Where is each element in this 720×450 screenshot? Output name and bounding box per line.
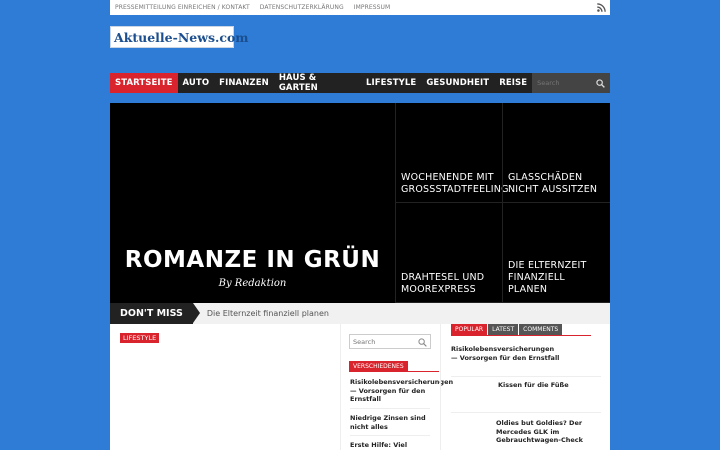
sidebar-search-input[interactable] bbox=[353, 337, 413, 346]
nav-item-haus-garten[interactable]: HAUS & GARTEN bbox=[274, 73, 361, 93]
tile-title[interactable]: DIE ELTERNZEIT FINANZIELL PLANEN bbox=[508, 260, 604, 296]
popular-article[interactable]: Risikolebensversicherungen — Vorsorgen f… bbox=[451, 345, 561, 362]
tab-comments[interactable]: COMMENTS bbox=[519, 324, 563, 335]
sidebar-search-box bbox=[349, 334, 431, 349]
featured-hero[interactable]: ROMANZE IN GRÜN By Redaktion bbox=[110, 103, 395, 303]
tile-title[interactable]: WOCHENENDE MIT GROSSSTADTFEELING bbox=[401, 172, 509, 196]
logo-text-part2: News.com bbox=[177, 29, 249, 45]
tile-title[interactable]: DRAHTESEL UND MOOREXPRESS bbox=[401, 272, 496, 296]
nav-item-finanzen[interactable]: FINANZEN bbox=[214, 73, 274, 93]
dont-miss-headline[interactable]: Die Elternzeit finanziell planen bbox=[207, 309, 329, 318]
tab-popular[interactable]: POPULAR bbox=[451, 324, 488, 335]
featured-tile-1[interactable]: WOCHENENDE MIT GROSSSTADTFEELING bbox=[395, 103, 508, 203]
main-navigation: STARTSEITE AUTO FINANZEN HAUS & GARTEN L… bbox=[110, 73, 610, 93]
topbar-link-imprint[interactable]: Impressum bbox=[354, 4, 391, 11]
popular-article[interactable]: Oldies but Goldies? Der Mercedes GLK im … bbox=[496, 419, 601, 445]
nav-item-startseite[interactable]: STARTSEITE bbox=[110, 73, 178, 93]
hero-byline: By Redaktion bbox=[218, 278, 287, 289]
tabs-divider bbox=[451, 335, 591, 336]
topbar-link-contact[interactable]: Pressemitteilung einreichen / Kontakt bbox=[115, 4, 250, 11]
nav-item-reise[interactable]: REISE bbox=[494, 73, 532, 93]
hero-title[interactable]: ROMANZE IN GRÜN bbox=[125, 245, 380, 275]
sidebar-tabs: POPULAR LATEST COMMENTS bbox=[451, 324, 563, 335]
top-bar: Pressemitteilung einreichen / Kontakt Da… bbox=[110, 0, 610, 15]
logo-text-part1: Aktuelle- bbox=[114, 29, 178, 45]
middle-sidebar: VERSCHIEDENES Risikolebensversicherungen… bbox=[340, 324, 453, 450]
divider bbox=[451, 376, 601, 377]
content-area: LIFESTYLE VERSCHIEDENES Risikolebensvers… bbox=[110, 324, 610, 450]
popular-article[interactable]: Kissen für die Füße bbox=[498, 381, 598, 390]
featured-tile-2[interactable]: GLASSCHÄDEN NICHT AUSSITZEN bbox=[502, 103, 610, 203]
site-logo[interactable]: Aktuelle- News.com bbox=[110, 26, 249, 48]
search-icon[interactable] bbox=[596, 78, 605, 88]
nav-search-box bbox=[532, 73, 610, 93]
divider bbox=[350, 435, 430, 436]
nav-item-lifestyle[interactable]: LIFESTYLE bbox=[361, 73, 421, 93]
topbar-link-privacy[interactable]: Datenschutzerklärung bbox=[260, 4, 344, 11]
sidebar-article[interactable]: Niedrige Zinsen sind nicht alles bbox=[350, 414, 440, 431]
featured-tile-3[interactable]: DRAHTESEL UND MOOREXPRESS bbox=[395, 203, 502, 303]
nav-search-input[interactable] bbox=[537, 79, 596, 87]
nav-item-auto[interactable]: AUTO bbox=[178, 73, 215, 93]
search-icon[interactable] bbox=[418, 338, 427, 347]
rss-icon[interactable] bbox=[597, 3, 606, 12]
section-divider bbox=[349, 371, 439, 372]
dont-miss-ticker: DON'T MISS Die Elternzeit finanziell pla… bbox=[110, 303, 610, 324]
sidebar-article[interactable]: Risikolebensversicherungen — Vorsorgen f… bbox=[350, 378, 453, 404]
divider bbox=[451, 412, 601, 413]
site-header: Aktuelle- News.com bbox=[110, 15, 610, 73]
featured-tile-4[interactable]: DIE ELTERNZEIT FINANZIELL PLANEN bbox=[502, 203, 610, 303]
category-badge[interactable]: LIFESTYLE bbox=[120, 333, 160, 343]
featured-section: ROMANZE IN GRÜN By Redaktion WOCHENENDE … bbox=[110, 103, 610, 303]
dont-miss-label: DON'T MISS bbox=[110, 303, 200, 324]
tile-title[interactable]: GLASSCHÄDEN NICHT AUSSITZEN bbox=[508, 172, 604, 196]
tab-latest[interactable]: LATEST bbox=[488, 324, 519, 335]
section-tag[interactable]: VERSCHIEDENES bbox=[349, 361, 408, 371]
divider bbox=[350, 408, 430, 409]
sidebar-article[interactable]: Erste Hilfe: Viel bbox=[350, 441, 440, 450]
right-sidebar: POPULAR LATEST COMMENTS Risikolebensvers… bbox=[440, 324, 610, 450]
nav-item-gesundheit[interactable]: GESUNDHEIT bbox=[421, 73, 494, 93]
